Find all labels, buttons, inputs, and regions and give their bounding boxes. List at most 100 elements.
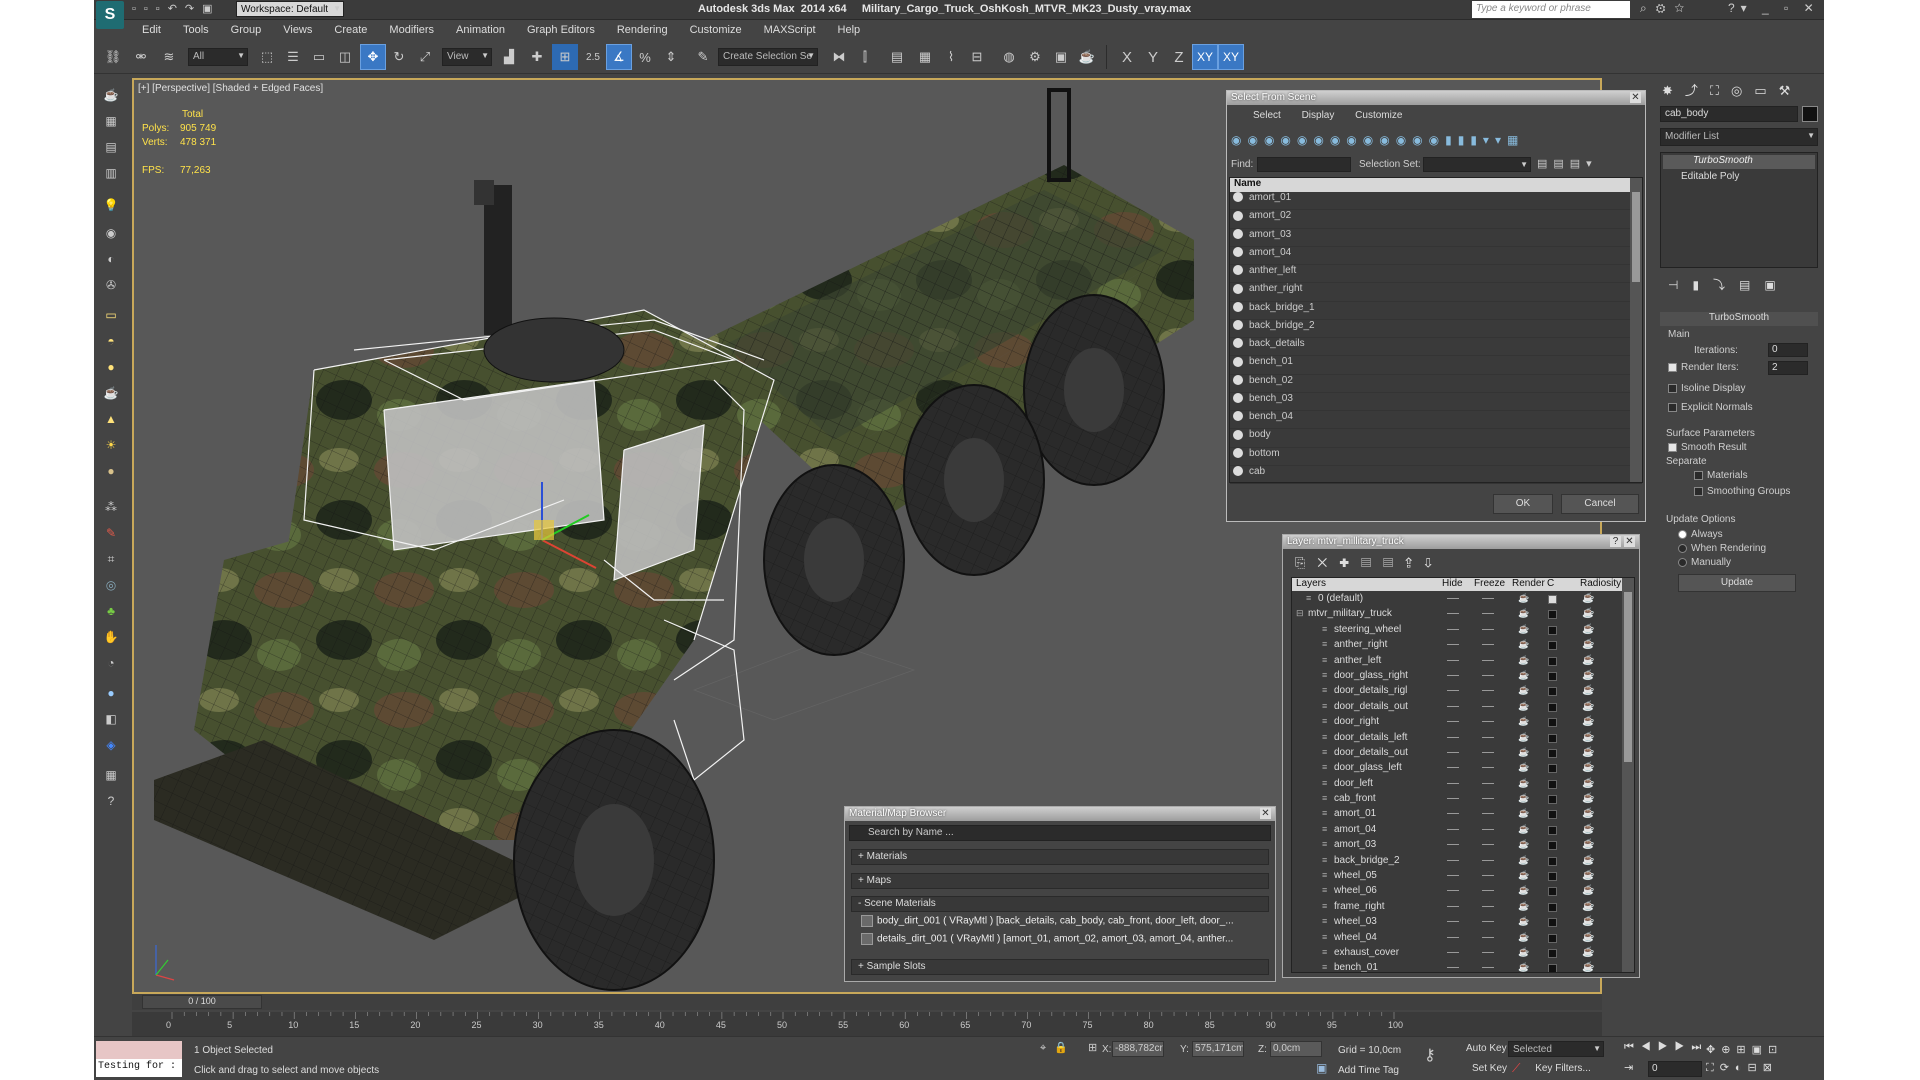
render-iters-checkbox[interactable]	[1668, 362, 1677, 372]
select-by-name-icon[interactable]: ☰	[280, 44, 306, 70]
scene-materials-section[interactable]: - Scene Materials	[851, 896, 1269, 912]
help-icons[interactable]: ⌕⚙☆	[1640, 1, 1693, 16]
maps-section[interactable]: + Maps	[851, 873, 1269, 889]
modifier-list-dropdown[interactable]: Modifier List	[1660, 128, 1818, 146]
hide-toggle[interactable]	[1447, 751, 1459, 753]
rendered-frame-icon[interactable]: ▣	[1048, 44, 1074, 70]
layer-expander[interactable]: ≡	[1322, 824, 1327, 834]
render-teapot-icon[interactable]: ☕	[1518, 608, 1529, 619]
radiosity-icon[interactable]: ☕	[1582, 793, 1594, 804]
freeze-toggle[interactable]	[1482, 905, 1494, 907]
layer-expander[interactable]: ≡	[1322, 839, 1327, 849]
stack-turbosmooth[interactable]: TurboSmooth	[1663, 155, 1815, 169]
menu-graph-editors[interactable]: Graph Editors	[527, 24, 595, 40]
freeze-toggle[interactable]	[1482, 890, 1494, 892]
stack-editable-poly[interactable]: Editable Poly	[1663, 171, 1815, 185]
layer-color-swatch[interactable]	[1548, 641, 1557, 651]
name-column-header[interactable]: Name	[1230, 178, 1642, 192]
render-teapot-icon[interactable]: ☕	[1518, 947, 1529, 958]
layer-expander[interactable]: ≡	[1322, 624, 1327, 634]
freeze-toggle[interactable]	[1482, 844, 1494, 846]
x-coordinate[interactable]: -888,782cr	[1112, 1041, 1164, 1057]
hide-toggle[interactable]	[1447, 644, 1459, 646]
radiosity-icon[interactable]: ☕	[1582, 685, 1594, 696]
menu-group[interactable]: Group	[231, 24, 262, 40]
hide-toggle[interactable]	[1447, 690, 1459, 692]
layer-row[interactable]: ≡ anther_left ☕ ☕	[1292, 654, 1622, 669]
scene-object-row[interactable]: back_bridge_2	[1230, 320, 1642, 338]
freeze-toggle[interactable]	[1482, 828, 1494, 830]
menu-modifiers[interactable]: Modifiers	[389, 24, 434, 40]
freeze-toggle[interactable]	[1482, 598, 1494, 599]
layer-color-swatch[interactable]	[1548, 625, 1557, 635]
hide-toggle[interactable]	[1447, 951, 1459, 953]
hide-toggle[interactable]	[1447, 828, 1459, 830]
hide-toggle[interactable]	[1447, 844, 1459, 846]
hide-toggle[interactable]	[1447, 598, 1459, 599]
layer-expander[interactable]: ≡	[1322, 916, 1327, 926]
render-teapot-icon[interactable]: ☕	[1518, 962, 1529, 972]
render-teapot-icon[interactable]: ☕	[1518, 855, 1529, 866]
hide-toggle[interactable]	[1447, 967, 1459, 969]
col-hide[interactable]: Hide	[1442, 578, 1463, 589]
layer-expander[interactable]: ≡	[1322, 639, 1327, 649]
render-iters-spinner[interactable]: 2	[1768, 361, 1808, 375]
freeze-toggle[interactable]	[1482, 644, 1494, 646]
layer-row[interactable]: ⊟ mtvr_military_truck ☕ ☕	[1292, 607, 1622, 622]
close-icon[interactable]: ✕	[1624, 536, 1635, 547]
render-teapot-icon[interactable]: ☕	[1518, 762, 1529, 773]
y-coordinate[interactable]: 575,171cm	[1192, 1041, 1244, 1057]
layer-row[interactable]: ≡ door_glass_left ☕ ☕	[1292, 761, 1622, 776]
col-render[interactable]: Render	[1512, 578, 1545, 589]
layer-row[interactable]: ≡ amort_01 ☕ ☕	[1292, 807, 1622, 822]
freeze-toggle[interactable]	[1482, 674, 1494, 676]
always-row[interactable]: Always	[1678, 529, 1723, 540]
freeze-toggle[interactable]	[1482, 721, 1494, 723]
scene-object-row[interactable]: amort_04	[1230, 247, 1642, 265]
maxscript-listener-top[interactable]	[96, 1041, 182, 1059]
unlink-icon[interactable]: ⚮	[128, 44, 154, 70]
select-manipulate-icon[interactable]: ✚	[524, 44, 550, 70]
layer-color-swatch[interactable]	[1548, 595, 1557, 604]
render-teapot-icon[interactable]: ☕	[1518, 901, 1529, 912]
menu-customize[interactable]: Customize	[1355, 110, 1402, 121]
key-mode-dropdown[interactable]: Selected	[1508, 1041, 1604, 1057]
layers-icon[interactable]: ▤	[100, 136, 122, 158]
menu-select[interactable]: Select	[1253, 110, 1281, 121]
scene-object-row[interactable]: back_bridge_1	[1230, 302, 1642, 320]
layer-row[interactable]: ≡ door_right ☕ ☕	[1292, 715, 1622, 730]
layer-color-swatch[interactable]	[1548, 887, 1557, 897]
set-key-button[interactable]: Set Key	[1472, 1063, 1507, 1074]
radiosity-icon[interactable]: ☕	[1582, 839, 1594, 850]
mirror-icon[interactable]: ⧓	[826, 44, 852, 70]
radiosity-icon[interactable]: ☕	[1582, 732, 1594, 743]
help-circle-icon[interactable]: ?	[100, 790, 122, 812]
radiosity-icon[interactable]: ☕	[1582, 932, 1594, 943]
menu-create[interactable]: Create	[334, 24, 367, 40]
sphere-icon[interactable]: ●	[100, 356, 122, 378]
layer-row[interactable]: ≡ wheel_05 ☕ ☕	[1292, 869, 1622, 884]
material-title[interactable]: Material/Map Browser	[845, 807, 1275, 821]
scene-object-row[interactable]: amort_02	[1230, 210, 1642, 229]
teapot-yellow-icon[interactable]: ☕	[100, 382, 122, 404]
select-scale-icon[interactable]: ⤢	[412, 44, 438, 70]
layer-expander[interactable]: ≡	[1322, 885, 1327, 895]
layer-row[interactable]: ≡ exhaust_cover ☕ ☕	[1292, 946, 1622, 961]
layer-row[interactable]: ≡ steering_wheel ☕ ☕	[1292, 623, 1622, 638]
radiosity-icon[interactable]: ☕	[1582, 855, 1594, 866]
plane-icon[interactable]: ▭	[100, 304, 122, 326]
always-radio[interactable]	[1678, 529, 1687, 539]
graphite-icon[interactable]: ▦	[912, 44, 938, 70]
add-time-tag-icon[interactable]: ▣	[1316, 1061, 1327, 1075]
align-icon[interactable]: ⫿	[852, 44, 878, 70]
hide-toggle[interactable]	[1447, 890, 1459, 892]
freeze-toggle[interactable]	[1482, 782, 1494, 784]
hide-toggle[interactable]	[1447, 813, 1459, 815]
hide-toggle[interactable]	[1447, 921, 1459, 923]
render-teapot-icon[interactable]: ☕	[1518, 824, 1529, 835]
radiosity-icon[interactable]: ☕	[1582, 808, 1594, 819]
paint-icon[interactable]: ✎	[100, 522, 122, 544]
scene-object-row[interactable]: bottom	[1230, 448, 1642, 466]
isoline-row[interactable]: Isoline Display	[1668, 383, 1745, 394]
scene-material-1[interactable]: body_dirt_001 ( VRayMtl ) [back_details,…	[861, 915, 1265, 931]
